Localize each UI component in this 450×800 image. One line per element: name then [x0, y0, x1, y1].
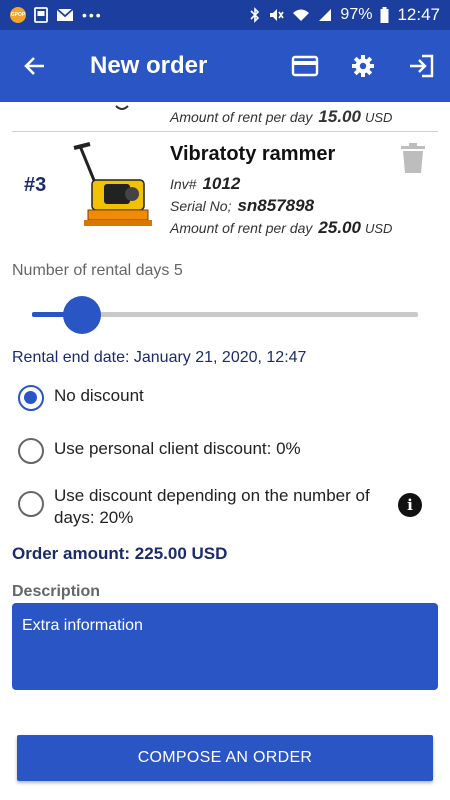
mail-icon — [56, 8, 74, 21]
radio-button[interactable] — [18, 438, 44, 464]
radio-button[interactable] — [18, 491, 44, 517]
item-amount: Amount of rent per day 25.00 USD — [170, 218, 393, 237]
discount-option-label: No discount — [54, 386, 144, 405]
delete-icon[interactable] — [400, 142, 426, 174]
payment-button[interactable] — [276, 30, 334, 102]
exit-button[interactable] — [392, 30, 450, 102]
battery-icon — [380, 7, 389, 23]
back-arrow-icon — [24, 57, 44, 75]
discount-option-days[interactable]: Use discount depending on the number of … — [18, 485, 388, 529]
description-label: Description — [12, 583, 101, 600]
wifi-icon — [293, 9, 310, 21]
app-badge-icon: GPOP — [10, 7, 26, 23]
rental-days-label: Number of rental days 5 — [12, 262, 183, 279]
bluetooth-icon — [250, 7, 260, 23]
rental-days-slider[interactable] — [32, 296, 418, 336]
item-amount: Amount of rent per day 15.00 USD — [170, 107, 393, 126]
more-icon: ••• — [82, 7, 103, 23]
clock: 12:47 — [397, 5, 440, 24]
compose-order-button[interactable]: COMPOSE AN ORDER — [17, 735, 433, 781]
radio-button[interactable] — [18, 385, 44, 411]
discount-option-personal[interactable]: Use personal client discount: 0% — [18, 438, 301, 464]
description-field[interactable]: Extra information — [12, 603, 438, 690]
item-image-stub — [115, 105, 129, 110]
rental-end-date: Rental end date: January 21, 2020, 12:47 — [12, 349, 307, 366]
slider-thumb[interactable] — [63, 296, 101, 334]
app-bar: New order — [0, 30, 450, 102]
signal-icon — [319, 9, 332, 21]
item-name: Vibratoty rammer — [170, 143, 336, 165]
settings-button[interactable] — [334, 30, 392, 102]
page-title: New order — [90, 52, 208, 79]
exit-icon — [410, 54, 434, 78]
item-number: #3 — [24, 174, 47, 196]
list-item: #3 Vibratoty rammer Inv# 1012 Serial No; s… — [12, 134, 438, 242]
status-bar: GPOP ••• 97% 12:47 — [0, 0, 450, 30]
image-icon — [34, 7, 48, 23]
discount-option-label: Use personal client discount: 0% — [54, 439, 301, 458]
mute-icon — [270, 9, 285, 21]
card-icon — [291, 55, 319, 77]
discount-option-label: Use discount depending on the number of … — [54, 486, 370, 527]
gear-icon — [352, 55, 374, 77]
back-button[interactable] — [0, 30, 70, 102]
list-item: Amount of rent per day 15.00 USD — [12, 102, 438, 132]
battery-percent: 97% — [340, 6, 373, 23]
discount-option-none[interactable]: No discount — [18, 385, 144, 411]
vibratory-rammer-image — [73, 142, 152, 226]
item-inventory: Inv# 1012 — [170, 174, 241, 193]
info-icon[interactable]: i — [398, 493, 422, 517]
item-serial: Serial No; sn857898 — [170, 196, 315, 215]
order-amount: Order amount: 225.00 USD — [12, 544, 228, 563]
